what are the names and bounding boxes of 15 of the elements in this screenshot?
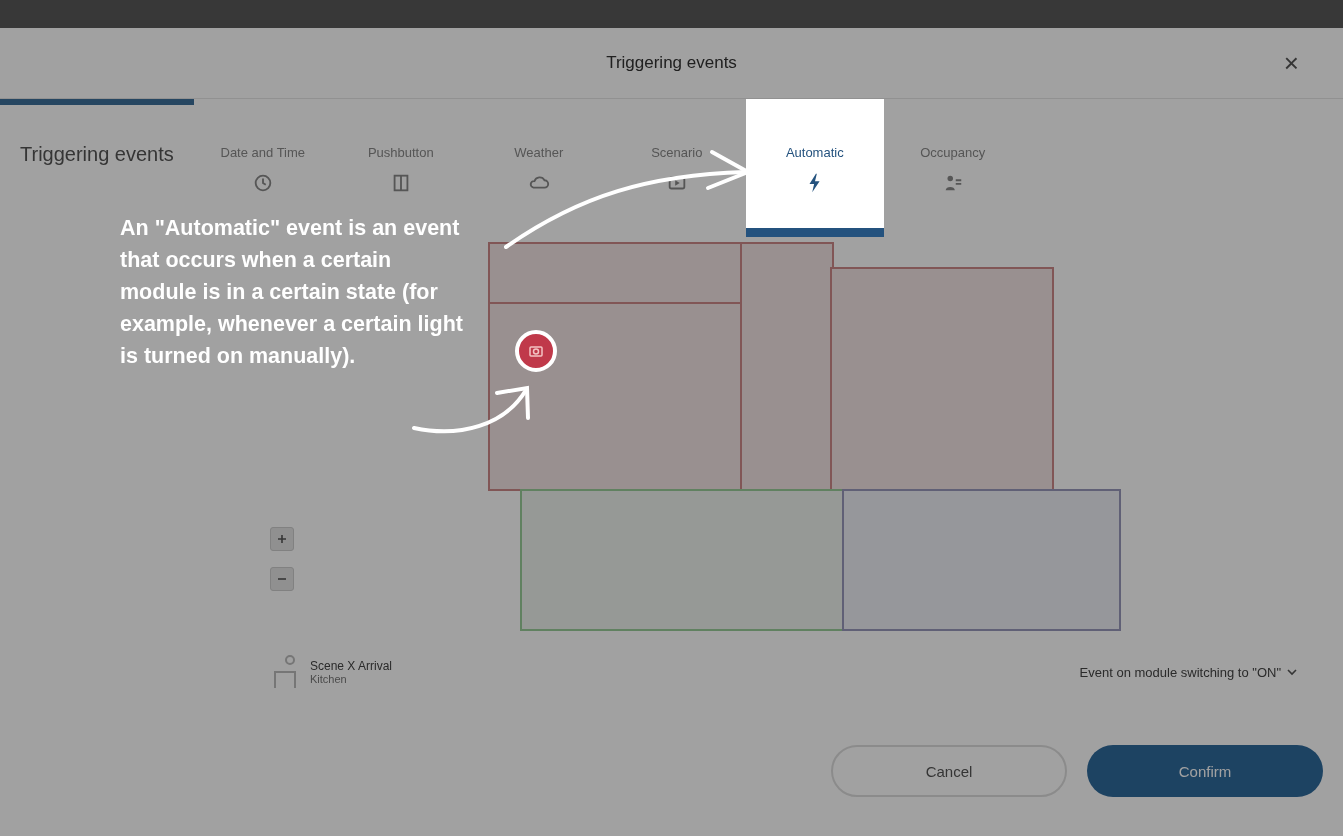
event-tab[interactable]: Automatic: [745, 99, 884, 237]
chevron-icon: [1287, 668, 1297, 676]
confirm-button[interactable]: Confirm: [1087, 745, 1323, 797]
zoom-out-button[interactable]: [270, 567, 294, 591]
scene-subtitle: Kitchen: [310, 673, 348, 685]
camera-icon: [528, 343, 544, 359]
scene-title: Scene X Arrival: [310, 659, 393, 673]
event-dropdown[interactable]: Event on module switching to "ON": [1073, 663, 1303, 681]
section-label: Triggering events: [20, 143, 174, 166]
dialog-title: Triggering events: [606, 53, 737, 73]
cancel-button[interactable]: Cancel: [831, 745, 1067, 797]
close-button[interactable]: ×: [1277, 48, 1305, 79]
zoom-in-button[interactable]: [270, 527, 294, 551]
plus-icon: [277, 534, 287, 544]
tutorial-text: An "Automatic" event is an event that occurs when a certain module is in a certain state (for example, whenever a certain light is turned on manually).: [120, 215, 464, 370]
